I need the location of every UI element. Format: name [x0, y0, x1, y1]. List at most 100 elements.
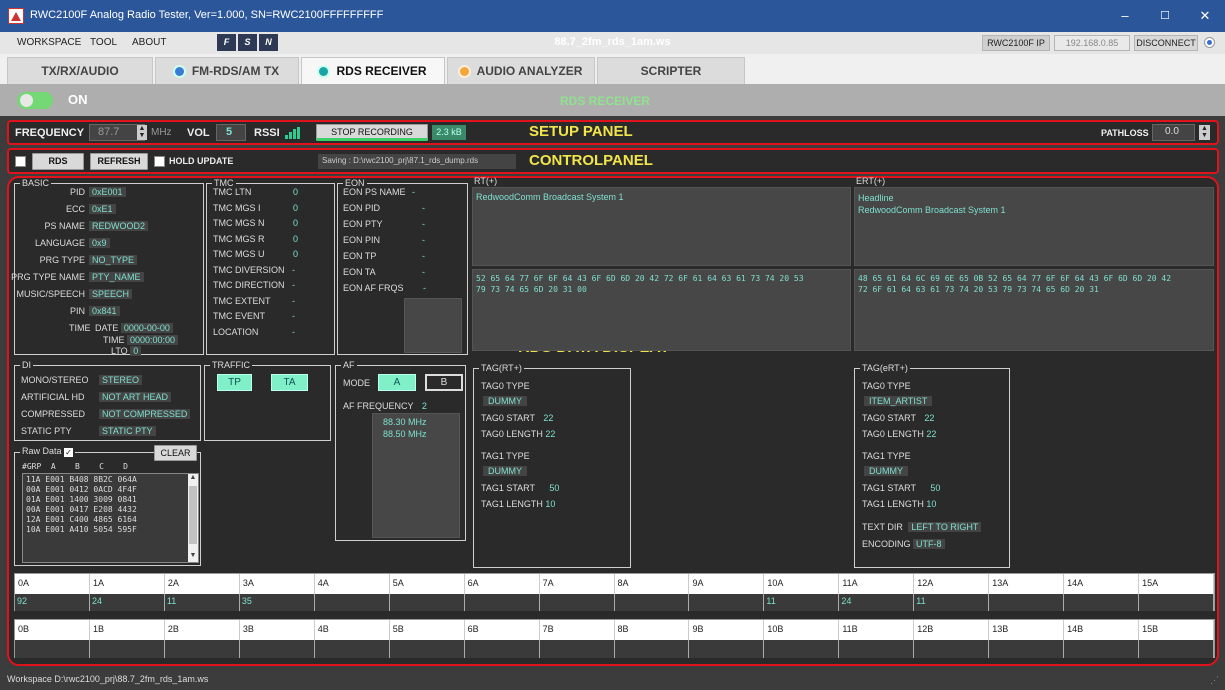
af-mode-a-button[interactable]: A	[378, 374, 416, 391]
tmc-row-label: LOCATION	[213, 326, 259, 337]
control-panel-label: CONTROLPANEL	[529, 152, 653, 169]
group-count-cell	[989, 640, 1065, 658]
scrollbar-thumb[interactable]	[189, 486, 197, 544]
raw-data-line[interactable]: 12A E001 C400 4865 6164	[26, 515, 195, 525]
stop-recording-button[interactable]: STOP RECORDING	[316, 124, 428, 141]
tmc-row-label: TMC MGS U	[213, 249, 265, 259]
group-count-cell	[615, 640, 690, 658]
group-count-cell	[689, 640, 765, 658]
eon-row-label: EON TA	[343, 267, 376, 277]
group-count-cell	[1064, 594, 1140, 611]
rt-title: RT(+)	[474, 176, 498, 186]
hold-update-checkbox[interactable]	[154, 156, 165, 167]
menu-tool[interactable]: TOOL	[90, 37, 117, 48]
af-frequency-item[interactable]: 88.50 MHz	[383, 428, 459, 440]
frequency-spinner-icon[interactable]: ▲ ▼	[137, 125, 147, 140]
tmc-row-label: TMC MGS R	[213, 233, 265, 244]
clear-button[interactable]: CLEAR	[154, 445, 197, 461]
rds-checkbox[interactable]	[15, 156, 26, 167]
pathloss-input[interactable]: 0.0	[1152, 124, 1195, 141]
eon-row-value: -	[422, 251, 425, 261]
toolbar-s-icon[interactable]: S	[238, 34, 257, 51]
toolbar-f-icon[interactable]: F	[217, 34, 236, 51]
setup-panel-label: SETUP PANEL	[529, 123, 633, 140]
ert-tag0-length-value: 22	[926, 429, 937, 439]
raw-data-line[interactable]: 00A E001 0412 0ACD 4F4F	[26, 485, 195, 495]
ert-text: Headline RedwoodComm Broadcast System 1	[854, 187, 1214, 266]
toolbar-n-icon[interactable]: N	[259, 34, 278, 51]
group-count-cell	[1064, 640, 1140, 658]
tab-audio-analyzer[interactable]: AUDIO ANALYZER	[447, 57, 595, 84]
raw-data-line[interactable]: 11A E001 B408 8B2C 064A	[26, 475, 195, 485]
group-label-cell: 5B	[390, 620, 465, 640]
pin-value: 0x841	[89, 306, 120, 316]
tab-scripter[interactable]: SCRIPTER	[597, 57, 745, 84]
raw-data-scrollbar[interactable]: ▲ ▼	[188, 474, 198, 562]
pathloss-spinner-icon[interactable]: ▲ ▼	[1199, 125, 1210, 140]
hold-update-label: HOLD UPDATE	[169, 156, 234, 166]
ip-label: RWC2100F IP	[982, 35, 1050, 51]
group-label-cell: 3A	[240, 574, 315, 594]
ert-tag0-start-value: 22	[924, 413, 935, 423]
group-count-cell: 92	[15, 594, 90, 611]
tmc-row-value: 0	[293, 187, 299, 197]
eon-row-value: -	[412, 187, 415, 197]
tab-fm-rds-am-tx[interactable]: FM-RDS/AM TX	[155, 57, 299, 84]
tab-tx-rx-audio[interactable]: TX/RX/AUDIO	[7, 57, 153, 84]
af-frequency-label: AF FREQUENCY	[343, 401, 414, 411]
raw-data-list[interactable]: 11A E001 B408 8B2C 064A 00A E001 0412 0AC…	[22, 473, 199, 563]
af-mode-b-button[interactable]: B	[425, 374, 463, 391]
group-label-cell: 5A	[390, 574, 465, 594]
raw-data-line[interactable]: 00A E001 0417 E208 4432	[26, 505, 195, 515]
af-frequency-list[interactable]: 88.30 MHz 88.50 MHz	[372, 413, 460, 538]
tab-label: TX/RX/AUDIO	[41, 64, 119, 78]
raw-data-group: Raw Data ✓ CLEAR #GRP A B C D 11A E001 B…	[14, 445, 201, 566]
ert-tag0-length-label: TAG0 LENGTH	[862, 429, 924, 439]
section-title: RDS RECEIVER	[560, 94, 651, 108]
scroll-down-icon[interactable]: ▼	[188, 552, 198, 562]
tab-label: RDS RECEIVER	[336, 64, 427, 78]
tab-bar: TX/RX/AUDIO FM-RDS/AM TX RDS RECEIVER AU…	[0, 54, 1225, 84]
group-b-table: 0B 1B 2B 3B 4B 5B 6B 7B 8B 9B 10B 11B 12B 13B 14B 15B	[14, 619, 1215, 658]
tab-rds-receiver[interactable]: RDS RECEIVER	[301, 57, 445, 84]
eon-af-list[interactable]	[404, 298, 462, 353]
group-a-table: 0A 1A 2A 3A 4A 5A 6A 7A 8A 9A 10A 11A 12A 13A 14A 15A 9…	[14, 573, 1215, 611]
date-value: 0000-00-00	[120, 323, 173, 333]
artificial-hd-value: NOT ART HEAD	[99, 392, 172, 402]
tmc-row-label: TMC EVENT	[213, 311, 266, 321]
ert-tag1-start-value: 50	[930, 483, 941, 493]
ert-tag0-type-value: ITEM_ARTIST	[864, 396, 933, 406]
group-label-cell: 10B	[764, 620, 840, 640]
ip-input[interactable]: 192.168.0.85	[1054, 35, 1130, 51]
music-speech-label: MUSIC/SPEECH	[16, 289, 85, 299]
group-count-cell: 35	[240, 594, 315, 611]
ert-hex: 48 65 61 64 6C 69 6E 65 0B 52 65 64 77 6…	[854, 269, 1214, 351]
menu-about[interactable]: ABOUT	[132, 37, 166, 48]
menu-workspace[interactable]: WORKSPACE	[17, 37, 81, 48]
group-label-cell: 8A	[615, 574, 690, 594]
raw-data-line[interactable]: 10A E001 A410 5054 595F	[26, 525, 195, 535]
di-group: DI MONO/STEREO STEREO ARTIFICIAL HD NOT …	[14, 360, 201, 441]
refresh-button[interactable]: REFRESH	[90, 153, 148, 170]
maximize-button[interactable]: ☐	[1145, 0, 1185, 32]
power-toggle[interactable]	[17, 92, 53, 109]
vol-input[interactable]: 5	[216, 124, 246, 141]
raw-data-checkbox[interactable]: ✓	[64, 448, 74, 457]
tmc-row-value: 0	[293, 218, 299, 228]
resize-grip-icon[interactable]: ⋰	[1210, 675, 1219, 686]
minimize-button[interactable]: –	[1105, 0, 1145, 32]
raw-data-line[interactable]: 01A E001 1400 3009 0841	[26, 495, 195, 505]
tab-status-dot-icon	[319, 67, 329, 76]
rds-button[interactable]: RDS	[32, 153, 84, 170]
eon-row-label: EON PS NAME	[343, 187, 406, 197]
tp-indicator: TP	[217, 374, 252, 391]
close-button[interactable]: ✕	[1185, 0, 1225, 32]
static-pty-label: STATIC PTY	[21, 426, 72, 436]
tag1-length-value: 10	[545, 499, 556, 509]
disconnect-button[interactable]: DISCONNECT	[1134, 35, 1198, 51]
scroll-up-icon[interactable]: ▲	[188, 474, 198, 484]
af-frequency-item[interactable]: 88.30 MHz	[383, 416, 459, 428]
rssi-label: RSSI	[254, 127, 280, 139]
tmc-row-label: TMC LTN	[213, 187, 252, 197]
group-count-cell	[465, 594, 540, 611]
